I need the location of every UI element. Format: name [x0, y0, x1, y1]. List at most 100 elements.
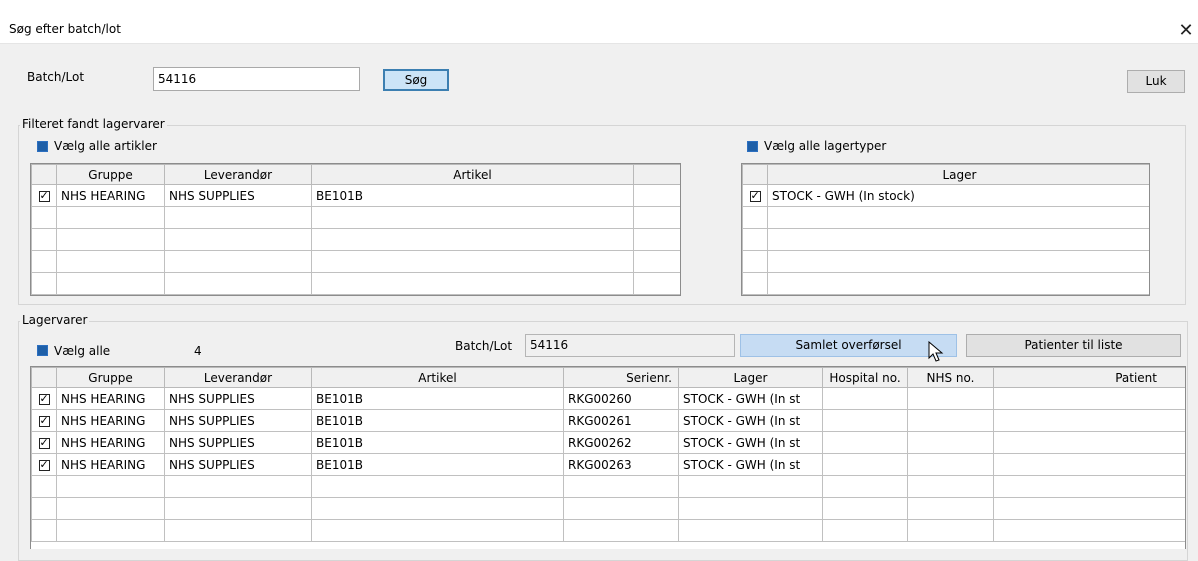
col-header-leverandor[interactable]: Leverandør [164, 164, 312, 185]
cell-group: NHS HEARING [56, 184, 165, 207]
cell-lager: STOCK - GWH (In stock) [767, 184, 1149, 207]
col-header-checkbox[interactable] [742, 164, 768, 185]
select-all-items-checkbox[interactable] [37, 345, 48, 359]
select-all-types-label[interactable]: Vælg alle lagertyper [764, 139, 886, 153]
checkmark-icon [38, 189, 50, 202]
cell-serial: RKG00260 [563, 387, 679, 410]
col-header-nhs-no[interactable]: NHS no. [907, 367, 994, 388]
table-row[interactable]: NHS HEARING NHS SUPPLIES BE101B RKG00263… [31, 453, 1185, 476]
cell-lager: STOCK - GWH (In st [678, 387, 823, 410]
table-row[interactable] [742, 206, 1149, 229]
title-bar: Søg efter batch/lot ✕ [0, 0, 1198, 44]
cell-article: BE101B [311, 453, 564, 476]
table-row[interactable] [31, 250, 680, 273]
items-count: 4 [194, 344, 202, 358]
table-row[interactable]: NHS HEARING NHS SUPPLIES BE101B RKG00261… [31, 409, 1185, 432]
col-header-gruppe[interactable]: Gruppe [56, 367, 165, 388]
cell-group: NHS HEARING [56, 453, 165, 476]
cell-article: BE101B [311, 431, 564, 454]
cell-nhs-no [907, 453, 994, 476]
checkmark-icon [38, 436, 50, 449]
col-header-hospital-no[interactable]: Hospital no. [822, 367, 908, 388]
cell-hospital-no [822, 387, 908, 410]
cell-patient [993, 431, 1185, 454]
table-row[interactable]: NHS HEARING NHS SUPPLIES BE101B RKG00262… [31, 431, 1185, 454]
combined-transfer-button[interactable]: Samlet overførsel [740, 334, 957, 357]
cell-supplier: NHS SUPPLIES [164, 387, 312, 410]
select-all-articles-label[interactable]: Vælg alle artikler [54, 139, 157, 153]
table-row[interactable] [31, 497, 1185, 520]
cell-hospital-no [822, 431, 908, 454]
cell-serial: RKG00263 [563, 453, 679, 476]
cell-patient [993, 453, 1185, 476]
cell-serial: RKG00262 [563, 431, 679, 454]
cell-article: BE101B [311, 387, 564, 410]
patients-to-list-button[interactable]: Patienter til liste [966, 334, 1181, 357]
col-header-extra[interactable] [633, 164, 680, 185]
table-row[interactable]: STOCK - GWH (In stock) [742, 184, 1149, 207]
checkbox-filled-icon [37, 141, 48, 152]
table-row[interactable] [31, 519, 1185, 542]
select-all-articles-checkbox[interactable] [37, 141, 48, 155]
row-checkbox[interactable] [31, 409, 57, 432]
cell-patient [993, 409, 1185, 432]
checkmark-icon [749, 189, 761, 202]
col-header-artikel[interactable]: Artikel [311, 367, 564, 388]
select-all-types-checkbox[interactable] [747, 141, 758, 155]
row-checkbox[interactable] [742, 184, 768, 207]
checkmark-icon [38, 414, 50, 427]
cell-article: BE101B [311, 184, 634, 207]
table-row[interactable] [31, 475, 1185, 498]
window-title: Søg efter batch/lot [9, 22, 121, 36]
col-header-lager[interactable]: Lager [678, 367, 823, 388]
cell-nhs-no [907, 409, 994, 432]
cell-supplier: NHS SUPPLIES [164, 184, 312, 207]
batch-lot-label-2: Batch/Lot [455, 339, 513, 353]
search-button[interactable]: Søg [383, 69, 449, 91]
select-all-items-label[interactable]: Vælg alle [54, 344, 110, 358]
row-checkbox[interactable] [31, 431, 57, 454]
col-header-checkbox[interactable] [31, 164, 57, 185]
col-header-lager[interactable]: Lager [767, 164, 1149, 185]
filter-group-legend: Filteret fandt lagervarer [20, 117, 167, 131]
cell-supplier: NHS SUPPLIES [164, 409, 312, 432]
checkbox-filled-icon [37, 345, 48, 356]
cell-supplier: NHS SUPPLIES [164, 453, 312, 476]
col-header-serienr[interactable]: Serienr. [563, 367, 679, 388]
row-checkbox[interactable] [31, 387, 57, 410]
col-header-gruppe[interactable]: Gruppe [56, 164, 165, 185]
checkmark-icon [38, 458, 50, 471]
close-button[interactable]: Luk [1127, 70, 1185, 93]
cell-group: NHS HEARING [56, 431, 165, 454]
items-group-legend: Lagervarer [20, 313, 90, 327]
cell-lager: STOCK - GWH (In st [678, 453, 823, 476]
stock-types-table: Lager STOCK - GWH (In stock) [741, 163, 1150, 296]
table-row[interactable] [31, 206, 680, 229]
close-icon[interactable]: ✕ [1174, 18, 1198, 44]
articles-table: Gruppe Leverandør Artikel NHS HEARING NH… [30, 163, 681, 296]
col-header-artikel[interactable]: Artikel [311, 164, 634, 185]
col-header-leverandor[interactable]: Leverandør [164, 367, 312, 388]
cell-article: BE101B [311, 409, 564, 432]
cell-patient [993, 387, 1185, 410]
checkmark-icon [38, 392, 50, 405]
table-row[interactable] [742, 228, 1149, 251]
col-header-checkbox[interactable] [31, 367, 57, 388]
cell-nhs-no [907, 431, 994, 454]
cell-hospital-no [822, 453, 908, 476]
table-row[interactable] [31, 272, 680, 295]
cell-empty [633, 184, 680, 207]
table-row[interactable] [742, 250, 1149, 273]
batch-lot-input[interactable]: 54116 [153, 67, 360, 91]
col-header-patient[interactable]: Patient [993, 367, 1185, 388]
cell-group: NHS HEARING [56, 387, 165, 410]
table-row[interactable] [742, 272, 1149, 295]
cell-lager: STOCK - GWH (In st [678, 409, 823, 432]
row-checkbox[interactable] [31, 184, 57, 207]
row-checkbox[interactable] [31, 453, 57, 476]
table-row[interactable]: NHS HEARING NHS SUPPLIES BE101B RKG00260… [31, 387, 1185, 410]
cell-hospital-no [822, 409, 908, 432]
cell-serial: RKG00261 [563, 409, 679, 432]
table-row[interactable]: NHS HEARING NHS SUPPLIES BE101B [31, 184, 680, 207]
table-row[interactable] [31, 228, 680, 251]
